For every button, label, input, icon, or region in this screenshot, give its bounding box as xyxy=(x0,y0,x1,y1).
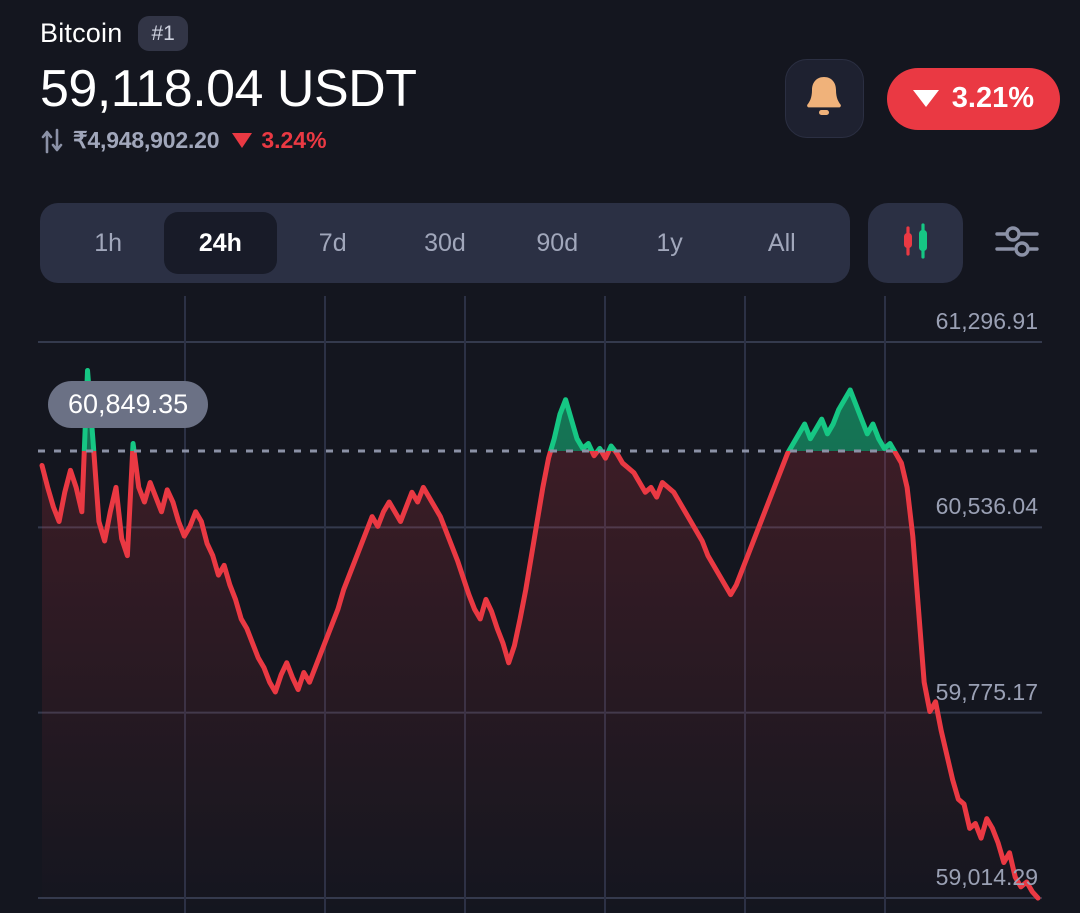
tab-90d[interactable]: 90d xyxy=(501,212,613,274)
chart-settings-button[interactable] xyxy=(981,203,1053,283)
tab-30d[interactable]: 30d xyxy=(389,212,501,274)
alert-bell-button[interactable] xyxy=(784,59,864,138)
down-caret-icon xyxy=(232,133,253,149)
candlestick-chart-button[interactable] xyxy=(868,203,963,283)
coin-name-row: Bitcoin #1 xyxy=(40,10,1080,56)
tab-1y[interactable]: 1y xyxy=(613,212,725,274)
alt-currency-price: ₹4,948,902.20 xyxy=(73,127,220,154)
tab-7d[interactable]: 7d xyxy=(277,212,389,274)
sliders-settings-icon xyxy=(992,219,1042,268)
y-axis-label-2: 59,775.17 xyxy=(935,678,1038,705)
y-axis-label-1: 60,536.04 xyxy=(935,493,1038,520)
chart-controls-row: 1h 24h 7d 30d 90d 1y All xyxy=(40,203,1060,283)
badge-down-caret-icon xyxy=(912,90,939,107)
coin-name: Bitcoin xyxy=(40,17,123,48)
alt-change-percent: 3.24% xyxy=(261,127,327,154)
y-axis-label-0: 61,296.91 xyxy=(935,308,1038,334)
time-range-tabs: 1h 24h 7d 30d 90d 1y All xyxy=(40,203,850,283)
bell-icon xyxy=(803,73,845,124)
swap-vertical-icon[interactable] xyxy=(40,128,64,154)
candlestick-chart-icon xyxy=(894,219,938,268)
tab-1h[interactable]: 1h xyxy=(52,212,164,274)
price-change-badge: 3.21% xyxy=(886,67,1060,130)
current-price: 59,118.04 USDT xyxy=(40,60,417,118)
price-tooltip: 60,849.35 xyxy=(48,381,209,429)
rank-badge[interactable]: #1 xyxy=(138,15,188,51)
tab-all[interactable]: All xyxy=(726,212,838,274)
tab-24h[interactable]: 24h xyxy=(164,212,277,274)
coin-detail-screen: Bitcoin #1 59,118.04 USDT ₹4,948,902.20 … xyxy=(0,0,1080,913)
price-change-percent: 3.21% xyxy=(951,82,1034,114)
price-tooltip-value: 60,849.35 xyxy=(68,389,189,420)
y-axis-label-3: 59,014.29 xyxy=(935,864,1038,890)
header-actions: 3.21% xyxy=(784,59,1060,138)
